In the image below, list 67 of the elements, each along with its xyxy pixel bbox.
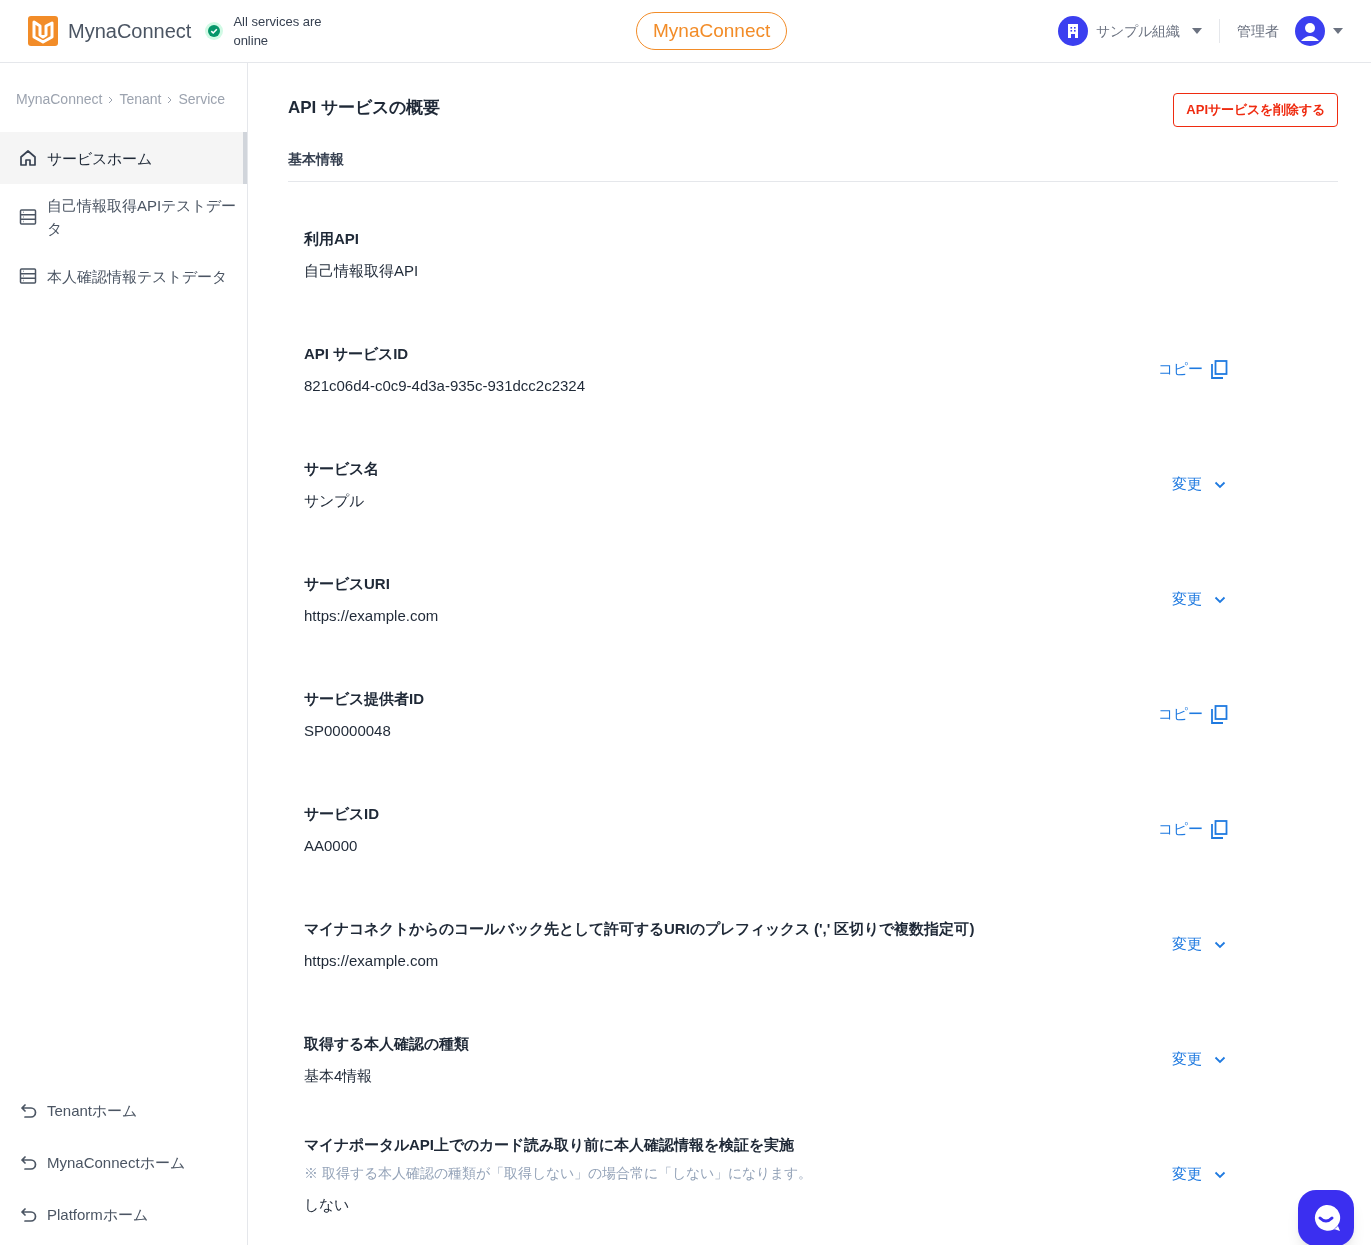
field-value: https://example.com	[304, 605, 439, 626]
change-button[interactable]: 変更	[1172, 1048, 1228, 1071]
caret-icon	[1333, 28, 1343, 34]
chevron-down-icon	[1214, 595, 1226, 604]
change-button[interactable]: 変更	[1172, 473, 1228, 496]
breadcrumb-link[interactable]: MynaConnect	[16, 89, 103, 110]
field-label: マイナポータルAPI上でのカード読み取り前に本人確認情報を検証を実施	[304, 1134, 795, 1155]
change-button[interactable]: 変更	[1172, 588, 1228, 611]
field-label: サービス提供者ID	[304, 688, 424, 709]
return-icon	[20, 1104, 37, 1118]
breadcrumb-link[interactable]: Tenant	[119, 89, 162, 110]
section-heading: 基本情報	[288, 151, 344, 167]
field-label: サービスURI	[304, 573, 391, 594]
return-icon	[20, 1156, 37, 1170]
chat-button[interactable]	[1298, 1190, 1354, 1245]
chevron-down-icon	[1214, 1055, 1226, 1064]
page-title: API サービスの概要	[288, 97, 441, 120]
table-icon	[19, 267, 37, 285]
sidebar-item[interactable]: サービスホーム	[0, 132, 247, 184]
table-icon	[19, 208, 37, 226]
field-value: https://example.com	[304, 950, 440, 971]
avatar-icon	[1295, 16, 1325, 46]
field-value: 自己情報取得API	[304, 260, 419, 281]
sidebar-item[interactable]: 本人確認情報テストデータ	[0, 250, 247, 302]
home-icon	[19, 149, 37, 167]
status-text: All services are online	[233, 13, 323, 50]
copy-button[interactable]: コピー	[1158, 358, 1228, 381]
field-label: サービス名	[304, 458, 379, 479]
change-button[interactable]: 変更	[1172, 933, 1228, 956]
field-label: 取得する本人確認の種類	[304, 1033, 469, 1054]
chevron-down-icon	[1214, 940, 1226, 949]
field-value: しない	[304, 1194, 350, 1215]
field-label: サービスID	[304, 803, 379, 824]
role-label: 管理者	[1237, 21, 1279, 41]
nav-link[interactable]: Platformホーム	[0, 1189, 247, 1241]
organization-menu[interactable]: サンプル組織	[1058, 16, 1202, 46]
copy-icon	[1211, 360, 1228, 379]
copy-icon	[1211, 705, 1228, 724]
copy-button[interactable]: コピー	[1158, 703, 1228, 726]
copy-button[interactable]: コピー	[1158, 818, 1228, 841]
nav-link[interactable]: MynaConnectホーム	[0, 1137, 247, 1189]
field-value: SP00000048	[304, 720, 392, 741]
field-value: 821c06d4-c0c9-4d3a-935c-931dcc2c2324	[304, 375, 586, 396]
change-button[interactable]: 変更	[1172, 1163, 1228, 1186]
copy-icon	[1211, 820, 1228, 839]
field-label: API サービスID	[304, 343, 410, 364]
field-value: 基本4情報	[304, 1065, 374, 1086]
field-value: サンプル	[304, 490, 365, 511]
delete-button[interactable]: APIサービスを削除する	[1173, 93, 1338, 127]
field-note: ※ 取得する本人確認の種類が「取得しない」の場合常に「しない」になります。	[304, 1163, 812, 1183]
field-value: AA0000	[304, 835, 359, 856]
check-icon	[205, 22, 224, 40]
return-icon	[20, 1208, 37, 1222]
brand-name: MynaConnect	[68, 19, 192, 44]
chevron-icon	[108, 95, 114, 104]
breadcrumb-link[interactable]: Service	[178, 89, 226, 110]
chevron-icon	[167, 95, 173, 104]
sidebar-item[interactable]: 自己情報取得APIテストデータ	[0, 188, 247, 246]
field-label: 利用API	[304, 228, 360, 249]
field-label: マイナコネクトからのコールバック先として許可するURIのプレフィックス (',' 区切りで複数指定可)	[304, 918, 975, 939]
user-menu[interactable]	[1295, 16, 1343, 46]
chevron-down-icon	[1214, 1170, 1226, 1179]
building-icon	[1058, 16, 1088, 46]
nav-link[interactable]: Tenantホーム	[0, 1085, 247, 1137]
caret-icon	[1192, 28, 1202, 34]
chevron-down-icon	[1214, 480, 1226, 489]
logo-icon	[28, 16, 58, 46]
